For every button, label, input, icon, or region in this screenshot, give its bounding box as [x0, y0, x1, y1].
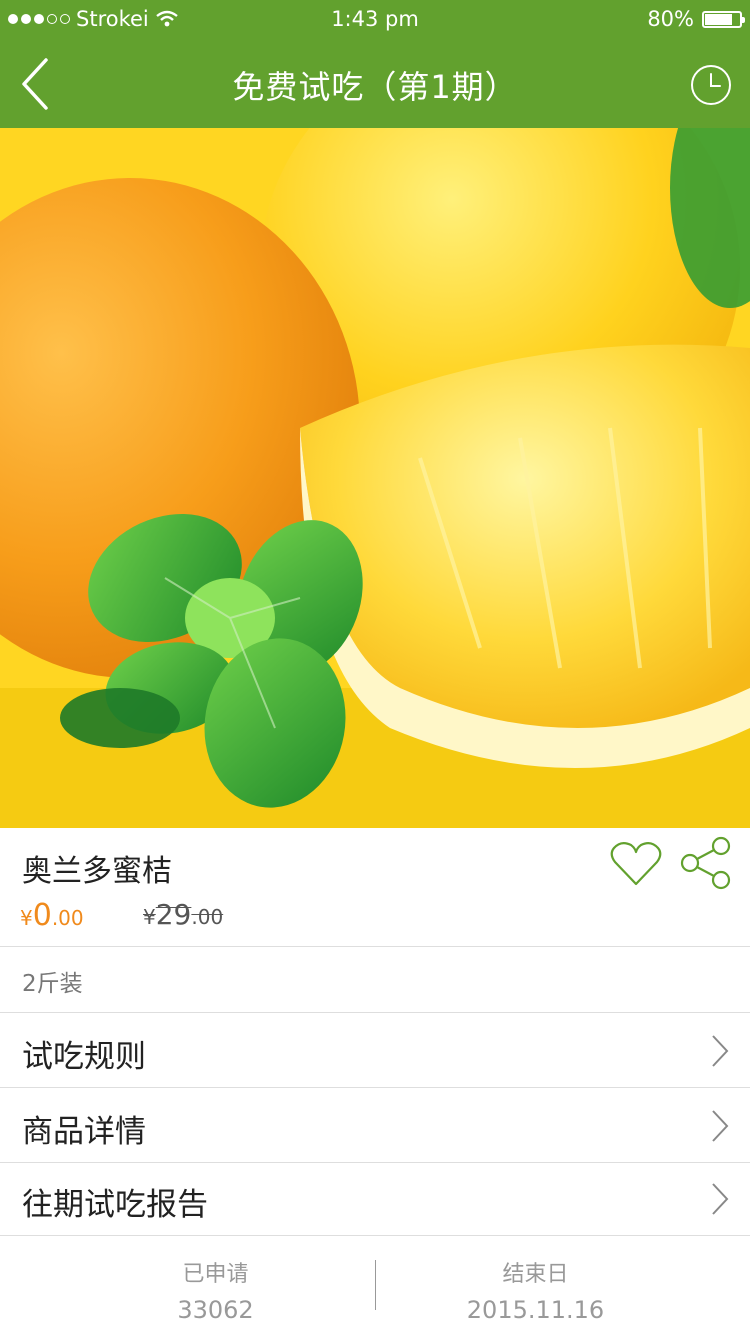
applied-count: 已申请 33062 [28, 1256, 403, 1324]
battery-icon [702, 10, 745, 28]
menu-row-product-details[interactable]: 商品详情 [0, 1088, 750, 1163]
nav-bar: 免费试吃（第1期） [0, 40, 750, 128]
product-spec: 2斤装 [0, 946, 750, 1013]
chevron-right-icon [712, 1110, 729, 1142]
share-icon[interactable] [679, 836, 733, 890]
product-hero-image [0, 128, 750, 828]
status-time: 1:43 pm [331, 7, 419, 31]
trial-price: ¥0.00 [20, 898, 84, 933]
trial-stats: 已申请 33062 结束日 2015.11.16 [0, 1236, 750, 1334]
status-bar: Strokei 1:43 pm 80% [0, 0, 750, 40]
menu-label: 商品详情 [22, 1114, 146, 1150]
chevron-right-icon [712, 1183, 729, 1215]
old-currency-symbol: ¥ [143, 905, 156, 929]
product-info: 奥兰多蜜桔 ¥0.00 ¥29.00 [0, 828, 750, 947]
currency-symbol: ¥ [20, 906, 33, 930]
old-price-decimal: .00 [191, 905, 224, 929]
applied-value: 33062 [177, 1296, 254, 1324]
end-date-label: 结束日 [502, 1262, 569, 1287]
oranges-illustration [0, 128, 750, 828]
price-integer: 0 [32, 898, 52, 933]
menu-label: 试吃规则 [22, 1039, 146, 1075]
battery-group: 80% [647, 7, 745, 31]
original-price: ¥29.00 [143, 898, 223, 931]
battery-percent: 80% [647, 7, 694, 31]
menu-label: 往期试吃报告 [22, 1187, 208, 1223]
spec-text: 2斤装 [22, 971, 83, 997]
chevron-right-icon [712, 1035, 729, 1067]
product-name: 奥兰多蜜桔 [22, 854, 172, 889]
end-date-value: 2015.11.16 [466, 1296, 605, 1324]
page-title: 免费试吃（第1期） [232, 68, 518, 106]
applied-label: 已申请 [182, 1262, 249, 1287]
price-decimal: .00 [51, 906, 84, 930]
menu-row-past-reports[interactable]: 往期试吃报告 [0, 1161, 750, 1236]
end-date: 结束日 2015.11.16 [348, 1256, 723, 1324]
clock-icon[interactable] [690, 64, 732, 106]
old-price-integer: 29 [155, 898, 192, 931]
battery-fill [705, 13, 732, 25]
heart-icon[interactable] [609, 840, 663, 888]
menu-row-trial-rules[interactable]: 试吃规则 [0, 1013, 750, 1088]
